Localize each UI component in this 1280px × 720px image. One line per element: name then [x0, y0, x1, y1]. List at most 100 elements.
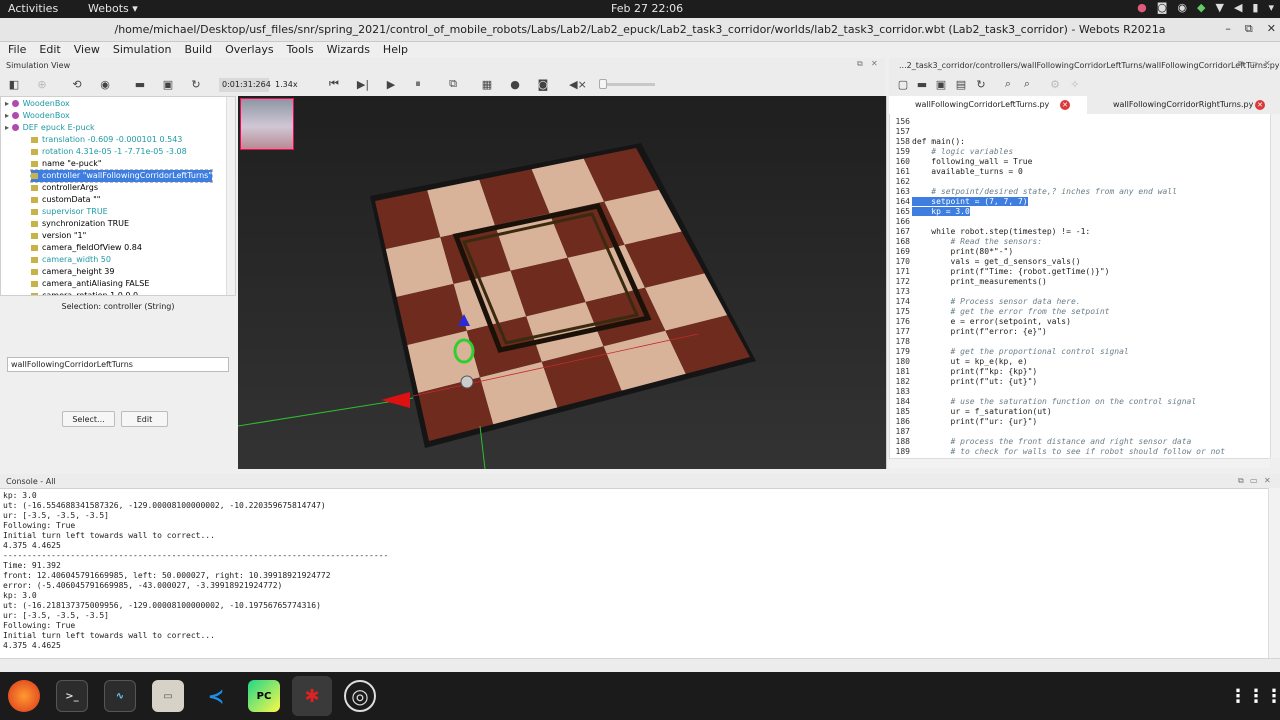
pause-icon[interactable]: ⏸: [410, 76, 426, 92]
code-line[interactable]: print(80*"-"): [912, 247, 1014, 256]
record-movie-icon[interactable]: ▦: [479, 76, 495, 92]
code-line[interactable]: print(f"kp: {kp}"): [912, 367, 1038, 376]
code-line[interactable]: e = error(setpoint, vals): [912, 317, 1071, 326]
tree-item[interactable]: synchronization TRUE: [31, 218, 129, 230]
activities-button[interactable]: Activities: [8, 2, 58, 15]
expand-chevron-icon[interactable]: ▸: [5, 111, 12, 120]
menu-help[interactable]: Help: [375, 42, 413, 58]
reset-simulation-icon[interactable]: ⏮: [326, 76, 342, 92]
reset-viewpoint-icon[interactable]: ⟲: [69, 76, 85, 92]
tree-item[interactable]: controller "wallFollowingCorridorLeftTur…: [29, 169, 214, 183]
field-value-input[interactable]: wallFollowingCorridorLeftTurns: [7, 357, 229, 372]
code-line[interactable]: available_turns = 0: [912, 167, 1023, 176]
arena-scene[interactable]: [238, 96, 886, 469]
tree-item[interactable]: controllerArgs: [31, 182, 98, 194]
camera-overlay[interactable]: [240, 98, 294, 150]
tree-item[interactable]: camera_antiAliasing FALSE: [31, 278, 149, 290]
code-line[interactable]: # get the error from the setpoint: [912, 307, 1110, 316]
console-maximize-icon[interactable]: ▭: [1250, 476, 1258, 485]
tree-item[interactable]: camera_fieldOfView 0.84: [31, 242, 142, 254]
editor-vertical-scrollbar[interactable]: [1270, 114, 1280, 458]
tab-left-turns[interactable]: wallFollowingCorridorLeftTurns.py ✕: [889, 96, 1087, 114]
code-line[interactable]: setpoint = (7, 7, 7): [912, 197, 1028, 206]
tab-close-icon[interactable]: ✕: [1255, 100, 1265, 110]
app-grid-icon[interactable]: ⋮⋮⋮: [1229, 680, 1280, 712]
code-line[interactable]: ur = f_saturation(ut): [912, 407, 1052, 416]
edit-button[interactable]: Edit: [121, 411, 168, 427]
expand-chevron-icon[interactable]: ▸: [5, 123, 12, 132]
console-close-icon[interactable]: ✕: [1264, 476, 1271, 485]
tab-close-icon[interactable]: ✕: [1060, 100, 1070, 110]
terminal-icon[interactable]: >_: [56, 680, 88, 712]
console-scrollbar[interactable]: [1268, 488, 1280, 658]
code-line[interactable]: ut = kp_e(kp, e): [912, 357, 1028, 366]
menu-simulation[interactable]: Simulation: [105, 42, 177, 58]
tree-item[interactable]: ▸ WoodenBox: [5, 110, 70, 122]
code-line[interactable]: print(f"ut: {ut}"): [912, 377, 1038, 386]
tree-item[interactable]: ▸ WoodenBox: [5, 98, 70, 110]
code-line[interactable]: print(f"error: {e}"): [912, 327, 1047, 336]
firefox-icon[interactable]: [8, 680, 40, 712]
screenshot-camera-icon[interactable]: ◙: [535, 76, 551, 92]
epuck-body[interactable]: [460, 375, 474, 389]
mute-sound-icon[interactable]: ◀×: [569, 76, 587, 92]
undock-icon[interactable]: ⧉: [857, 59, 863, 69]
discord-icon[interactable]: ◙: [1157, 1, 1168, 14]
shield-icon[interactable]: ◆: [1197, 1, 1205, 14]
select-button[interactable]: Select...: [62, 411, 115, 427]
editor-close-icon[interactable]: ✕: [1264, 59, 1271, 68]
add-node-icon[interactable]: ⊕: [34, 76, 50, 92]
console-output[interactable]: kp: 3.0 ut: (-16.554688341587326, -129.00…: [0, 488, 1268, 658]
3d-viewport[interactable]: [238, 96, 886, 469]
code-line[interactable]: # get the proportional control signal: [912, 347, 1129, 356]
tab-right-turns[interactable]: wallFollowingCorridorRightTurns.py ✕: [1087, 96, 1280, 114]
open-world-icon[interactable]: ▬: [132, 76, 148, 92]
reload-world-icon[interactable]: ↻: [188, 76, 204, 92]
code-line[interactable]: # setpoint/desired state,? inches from a…: [912, 187, 1177, 196]
code-editor[interactable]: 156 157 158 def main(): 159 # logic variable…: [889, 114, 1270, 458]
code-line[interactable]: # process the front distance and right s…: [912, 437, 1192, 446]
menu-edit[interactable]: Edit: [31, 42, 65, 58]
code-line[interactable]: vals = get_d_sensors_vals(): [912, 257, 1081, 266]
code-line[interactable]: # Process sensor data here.: [912, 297, 1081, 306]
code-line[interactable]: # Read the sensors:: [912, 237, 1043, 246]
menu-build[interactable]: Build: [176, 42, 217, 58]
record-dot-icon[interactable]: ●: [507, 76, 523, 92]
maximize-icon[interactable]: ⧉: [1245, 22, 1253, 36]
tree-item[interactable]: supervisor TRUE: [31, 206, 108, 218]
menu-file[interactable]: File: [0, 42, 31, 58]
code-line[interactable]: print(f"Time: {robot.getTime()}"): [912, 267, 1110, 276]
minimize-icon[interactable]: –: [1225, 22, 1231, 36]
revert-icon[interactable]: ↻: [973, 76, 989, 92]
code-line[interactable]: print_measurements(): [912, 277, 1047, 286]
clock[interactable]: Feb 27 22:06: [611, 2, 683, 15]
build-icon[interactable]: ⚙: [1047, 76, 1063, 92]
editor-maximize-icon[interactable]: ▭: [1250, 59, 1258, 68]
editor-horizontal-scrollbar[interactable]: [889, 458, 1270, 468]
tree-item[interactable]: ▸ DEF epuck E-puck: [5, 122, 95, 134]
code-line[interactable]: print(f"ur: {ur}"): [912, 417, 1038, 426]
menu-overlays[interactable]: Overlays: [217, 42, 279, 58]
code-line[interactable]: # use the saturation function on the con…: [912, 397, 1197, 406]
obs-tray-icon[interactable]: ◉: [1177, 1, 1187, 14]
webots-icon[interactable]: ✱: [292, 676, 332, 716]
step-icon[interactable]: ▶|: [355, 76, 371, 92]
console-undock-icon[interactable]: ⧉: [1238, 476, 1244, 486]
save-file-icon[interactable]: ▣: [933, 76, 949, 92]
tree-item[interactable]: camera_rotation 1 0 0 0: [31, 290, 138, 295]
system-monitor-icon[interactable]: ∿: [104, 680, 136, 712]
tray-app-icon[interactable]: ●: [1137, 1, 1147, 14]
new-file-icon[interactable]: ▢: [895, 76, 911, 92]
wifi-icon[interactable]: ▼: [1215, 1, 1223, 14]
menu-view[interactable]: View: [66, 42, 105, 58]
scene-tree[interactable]: ▸ WoodenBox ▸ WoodenBox ▸ DEF epuck E-puck…: [0, 96, 236, 296]
panel-close-icon[interactable]: ✕: [871, 59, 878, 68]
tree-item[interactable]: customData "": [31, 194, 100, 206]
code-line[interactable]: # to check for walls to see if robot sho…: [912, 447, 1226, 456]
code-line[interactable]: def main():: [912, 137, 965, 146]
app-menu-button[interactable]: Webots ▾: [88, 2, 138, 15]
pycharm-icon[interactable]: PC: [248, 680, 280, 712]
view-eye-icon[interactable]: ◉: [97, 76, 113, 92]
code-line[interactable]: # logic variables: [912, 147, 1013, 156]
scene-tree-scrollbar[interactable]: [226, 97, 235, 295]
